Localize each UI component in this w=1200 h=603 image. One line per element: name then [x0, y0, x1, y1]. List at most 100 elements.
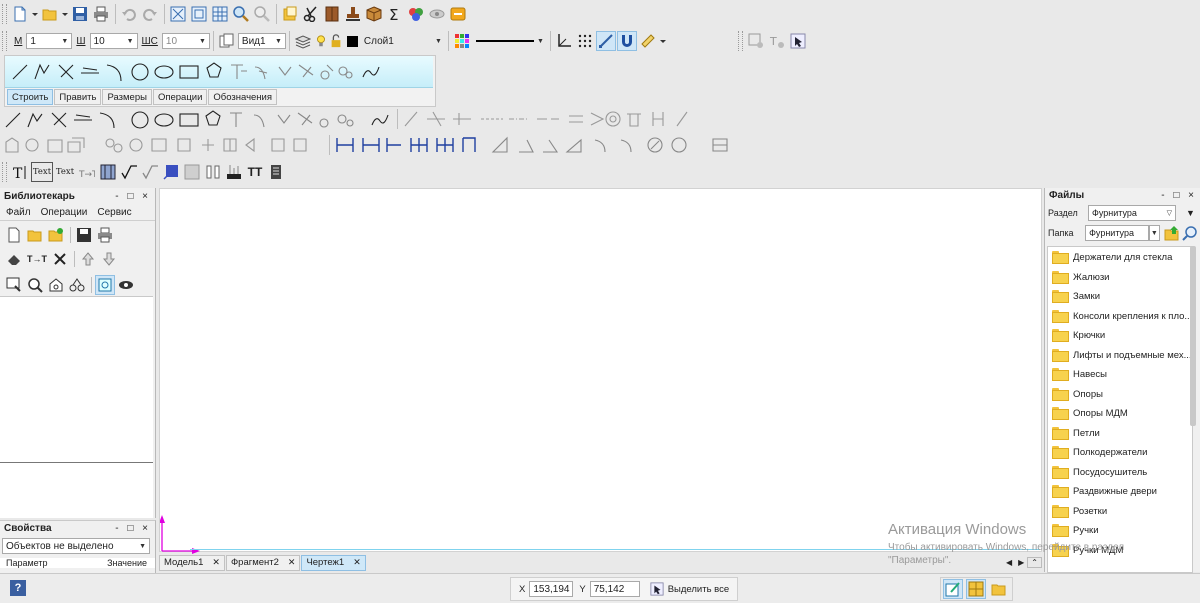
line-style-combo[interactable]: ▼	[473, 33, 547, 49]
ruler-icon[interactable]	[638, 31, 658, 51]
ruler-dropdown-arrow-icon[interactable]	[659, 31, 667, 51]
view-list-icon[interactable]	[4, 275, 24, 295]
select-cursor-icon[interactable]	[788, 31, 808, 51]
list-item[interactable]: Консоли крепления к пло...	[1052, 307, 1192, 327]
print-icon[interactable]	[91, 4, 111, 24]
list-item[interactable]: Жалюзи	[1052, 268, 1192, 288]
ws-combo[interactable]: 10 ▼	[161, 33, 210, 49]
ortho-mode-icon[interactable]	[595, 31, 616, 51]
delete-icon[interactable]	[50, 249, 70, 269]
move-down-icon[interactable]	[99, 249, 119, 269]
redo-icon[interactable]	[140, 4, 160, 24]
tab-build[interactable]: Строить	[7, 89, 54, 105]
list-item[interactable]: Навесы	[1052, 365, 1192, 385]
save-icon[interactable]	[70, 4, 90, 24]
layer-color-swatch[interactable]	[346, 35, 358, 47]
text-replace-icon[interactable]: T→T	[77, 162, 97, 182]
print-library-icon[interactable]	[95, 225, 115, 245]
list-item[interactable]: Полкодержатели	[1052, 443, 1192, 463]
section-icon[interactable]	[203, 162, 223, 182]
select-all-button[interactable]: Выделить все	[668, 584, 729, 595]
files-folder-dropdown-icon[interactable]: ▼	[1148, 225, 1160, 241]
save-library-icon[interactable]	[74, 225, 94, 245]
dimension-tools-strip[interactable]	[333, 134, 745, 156]
tab-designations[interactable]: Обозначения	[208, 89, 278, 105]
new-document-icon[interactable]	[10, 4, 30, 24]
filter-icon[interactable]: ▼	[1186, 208, 1195, 218]
folder-mode-icon[interactable]	[989, 579, 1009, 599]
list-item[interactable]: Опоры	[1052, 385, 1192, 405]
tab-operations[interactable]: Операции	[152, 89, 208, 105]
properties-selection-combo[interactable]: Объектов не выделено ▼	[2, 538, 150, 554]
toolbar-grip[interactable]	[2, 31, 7, 51]
list-item[interactable]: Раздвижные двери	[1052, 482, 1192, 502]
stamp-text-icon[interactable]	[224, 162, 244, 182]
open-library-icon[interactable]	[25, 225, 45, 245]
files-section-combo[interactable]: Фурнитура ▽	[1088, 205, 1176, 221]
view-search-icon[interactable]	[25, 275, 45, 295]
scissors-icon[interactable]	[301, 4, 321, 24]
x-coordinate-field[interactable]: 153,194	[529, 581, 574, 597]
new-library-icon[interactable]	[4, 225, 24, 245]
w-combo[interactable]: 10 ▼	[89, 33, 138, 49]
view-state-icon[interactable]	[217, 31, 237, 51]
eraser-icon[interactable]	[4, 249, 24, 269]
layers-icon[interactable]	[293, 31, 313, 51]
list-item[interactable]: Держатели для стекла	[1052, 248, 1192, 268]
roughness-icon[interactable]	[119, 162, 139, 182]
sum-icon[interactable]: Σ	[385, 4, 405, 24]
tab-drawing1[interactable]: Чертеж1 ✕	[301, 554, 366, 571]
symbols-tools-strip[interactable]	[2, 134, 326, 156]
text-button-1[interactable]: Text	[31, 162, 53, 182]
view-combo[interactable]: Вид1 ▼	[237, 33, 286, 49]
zoom-in-icon[interactable]	[231, 4, 251, 24]
tab-fragment2[interactable]: Фрагмент2 ✕	[225, 554, 301, 571]
folder-up-icon[interactable]	[1164, 225, 1180, 241]
materials-icon[interactable]	[406, 4, 426, 24]
close-icon[interactable]: ✕	[212, 557, 220, 568]
magnet-icon[interactable]	[616, 31, 637, 51]
open-dropdown-arrow-icon[interactable]	[61, 4, 69, 24]
box-3d-icon[interactable]	[364, 4, 384, 24]
add-library-icon[interactable]	[46, 225, 66, 245]
files-folder-combo[interactable]: Фурнитура	[1085, 225, 1149, 241]
tab-dimensions[interactable]: Размеры	[102, 89, 152, 105]
new-dropdown-arrow-icon[interactable]	[31, 4, 39, 24]
layer-combo[interactable]: Слой1 ▼	[361, 33, 445, 49]
librarian-window-controls[interactable]: - □ ×	[115, 191, 151, 202]
drawing-canvas[interactable]	[159, 188, 1042, 554]
stamp-icon[interactable]	[343, 4, 363, 24]
search-icon[interactable]	[1182, 225, 1198, 241]
text-cursor-icon[interactable]: T	[10, 162, 30, 182]
view-folders-icon[interactable]	[46, 275, 66, 295]
select-text-icon[interactable]: T	[767, 31, 787, 51]
zoom-window-icon[interactable]	[189, 4, 209, 24]
coordinate-system-icon[interactable]	[554, 31, 574, 51]
librarian-menu-file[interactable]: Файл	[6, 207, 31, 218]
librarian-menu-operations[interactable]: Операции	[41, 207, 88, 218]
list-item[interactable]: Петли	[1052, 424, 1192, 444]
list-item[interactable]: Крючки	[1052, 326, 1192, 346]
properties-window-controls[interactable]: - □ ×	[115, 523, 151, 534]
base-icon[interactable]	[140, 162, 160, 182]
list-item[interactable]: Опоры МДМ	[1052, 404, 1192, 424]
library-manager-icon[interactable]	[280, 4, 300, 24]
cabinet-icon[interactable]	[322, 4, 342, 24]
visibility-icon[interactable]	[427, 4, 447, 24]
files-scrollbar[interactable]	[1190, 246, 1196, 426]
grid-mode-icon[interactable]	[966, 579, 986, 599]
zoom-out-icon[interactable]	[252, 4, 272, 24]
lock-icon[interactable]	[329, 31, 343, 51]
help-button[interactable]: ?	[10, 580, 26, 596]
fill-icon[interactable]	[182, 162, 202, 182]
grid-icon[interactable]	[575, 31, 595, 51]
undo-icon[interactable]	[119, 4, 139, 24]
edit-mode-icon[interactable]	[943, 579, 963, 599]
tab-model1[interactable]: Модель1 ✕	[159, 554, 225, 571]
toolbar-grip[interactable]	[2, 4, 7, 24]
geometry-tools-strip[interactable]	[2, 108, 394, 130]
toolbar-grip[interactable]	[2, 162, 7, 182]
zoom-all-icon[interactable]	[168, 4, 188, 24]
color-palette-icon[interactable]	[452, 31, 472, 51]
zoom-scale-icon[interactable]	[210, 4, 230, 24]
